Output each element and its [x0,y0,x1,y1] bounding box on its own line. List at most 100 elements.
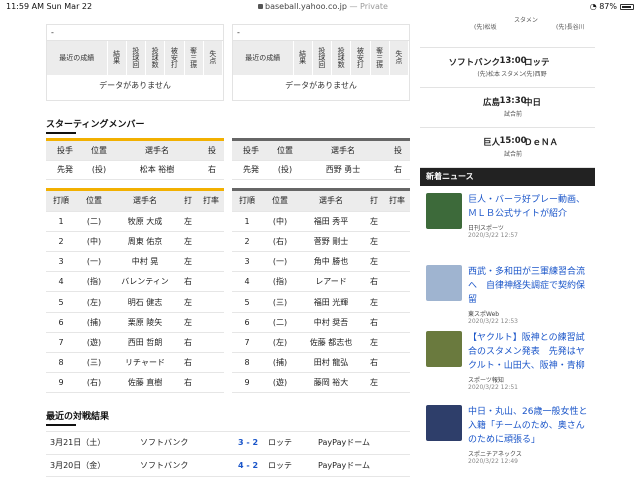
wifi-icon: ◔ [589,2,597,11]
player-name-link[interactable]: 佐藤 都志也 [298,332,364,354]
pitcher-name-link[interactable]: 西野 勇士 [300,160,386,180]
batting-row: 5 (左) 明石 健志左 [46,291,224,313]
batting-average [384,332,410,354]
player-name-link[interactable]: レアード [298,271,364,293]
news-thumbnail[interactable] [426,331,462,367]
schedule-game[interactable]: 広島 13:30 中日 試合前 [420,88,595,128]
batting-order-right: 打順 位置 選手名 打 打率 1 (中) 福田 秀平左 2 (右) 菅野 剛士左 3 (一) 角… [232,188,410,394]
matchup-away: ロッテ [264,432,314,455]
batting-row: 2 (右) 菅野 剛士左 [232,231,410,253]
header-player: 選手名 [298,191,364,212]
status-bar: 11:59 AM Sun Mar 22 baseball.yahoo.co.jp… [0,0,640,13]
pitcher-throws: 右 [200,160,224,180]
player-name-link[interactable]: 角中 勝也 [298,251,364,273]
batting-hand: 右 [178,352,198,374]
batting-position: (中) [262,211,298,232]
batting-hand: 左 [364,211,384,232]
news-source: 日刊スポーツ [468,225,504,232]
batting-order-num: 1 [46,211,76,232]
player-name-link[interactable]: 牧原 大成 [112,211,178,232]
batting-hand: 右 [364,271,384,293]
col-result: 結果 [298,50,307,64]
player-name-link[interactable]: 周東 佑京 [112,231,178,253]
top-pitcher-left: (先)松坂 [474,24,497,31]
batting-hand: 左 [178,312,198,333]
news-thumbnail[interactable] [426,193,462,229]
batting-order-num: 7 [46,332,76,354]
no-data-right: データがありません [285,81,357,90]
header-position: 位置 [84,141,114,161]
col-runs: 失点 [394,50,403,64]
player-name-link[interactable]: リチャード [112,352,178,374]
news-thumbnail[interactable] [426,405,462,441]
batting-average [198,332,224,354]
batting-hand: 右 [364,312,384,333]
batting-row: 6 (二) 中村 奨吾右 [232,312,410,333]
recent-label: 最近の成績 [47,41,108,75]
batting-average [384,352,410,374]
battery-icon [620,3,634,10]
batting-average [384,211,410,232]
player-name-link[interactable]: 栗原 陵矢 [112,312,178,333]
col-result: 結果 [112,50,121,64]
batting-row: 2 (中) 周東 佑京左 [46,231,224,253]
pitcher-name-link[interactable]: 松本 裕樹 [114,160,200,180]
batting-order-num: 2 [46,231,76,253]
news-title-link[interactable]: 中日・丸山、26歳一般女性と入籍「チームのため、奥さんのために頑張る」 [468,405,593,447]
schedule-home-pitcher: (先)松本 [477,71,500,78]
news-title-link[interactable]: 【ヤクルト】阪神との練習試合のスタメン発表 先発はヤクルト・山田大、阪神・青柳 [468,331,593,373]
news-item[interactable]: 巨人・バーラ好プレー動画、ＭＬＢ公式サイトが紹介 日刊スポーツ 2020/3/22 … [420,193,595,259]
player-name-link[interactable]: 中村 晃 [112,251,178,273]
batting-average [384,271,410,293]
player-name-link[interactable]: 菅野 剛士 [298,231,364,253]
news-source: スポーツ報知 [468,377,504,384]
batting-average [198,251,224,273]
player-name-link[interactable]: バレンティン [112,271,178,293]
batting-row: 8 (捕) 田村 龍弘右 [232,352,410,374]
player-name-link[interactable]: 藤岡 裕大 [298,372,364,394]
header-throws: 投 [386,141,410,161]
player-name-link[interactable]: 西田 哲朗 [112,332,178,354]
schedule-top-row: (先)松坂 スタメン (先)長谷川 [420,13,595,48]
recent-label: 最近の成績 [233,41,294,75]
news-thumbnail[interactable] [426,265,462,301]
player-name-link[interactable]: 田村 龍弘 [298,352,364,374]
news-item[interactable]: 中日・丸山、26歳一般女性と入籍「チームのため、奥さんのために頑張る」 スポニチア… [420,405,595,471]
address-bar[interactable]: baseball.yahoo.co.jp — Private [258,2,388,11]
header-bats: 打 [364,191,384,212]
matchup-score-link[interactable]: 3 - 2 [228,432,264,455]
batting-hand: 右 [178,271,198,293]
batting-row: 5 (三) 福田 光輝左 [232,291,410,313]
batting-order-num: 8 [232,352,262,374]
pitcher-table-left: 投手 位置 選手名 投 先発 (投) 松本 裕樹 右 [46,138,224,180]
matchup-score-link[interactable]: 4 - 2 [228,454,264,477]
matchup-date: 3月21日（土） [46,432,136,455]
news-date: 2020/3/22 12:53 [468,318,518,325]
recent-stats-right: - 最近の成績 結果 投球回 投球数 被安打 奪三振 失点 データがありません [232,24,410,101]
player-name-link[interactable]: 福田 秀平 [298,211,364,232]
batting-average [384,231,410,253]
batting-position: (三) [262,291,298,313]
status-right: ◔ 87% [590,2,634,11]
player-name-link[interactable]: 福田 光輝 [298,291,364,313]
news-item[interactable]: 【ヤクルト】阪神との練習試合のスタメン発表 先発はヤクルト・山田大、阪神・青柳ス… [420,331,595,397]
batting-hand: 右 [364,352,384,374]
batting-order-num: 5 [46,291,76,313]
news-item[interactable]: 西武・多和田が三軍練習合流へ 自律神経失調症で契約保留 東スポWeb 2020/3/… [420,265,595,331]
sidebar: (先)松坂 スタメン (先)長谷川 ソフトバンク 13:00 ロッテ スタメン (先)松… [420,13,595,480]
pitcher-role: 先発 [232,160,270,180]
player-name-link[interactable]: 佐藤 直樹 [112,372,178,394]
pitcher-role: 先発 [46,160,84,180]
no-data-left: データがありません [99,81,171,90]
batting-order-num: 6 [46,312,76,333]
schedule-game[interactable]: ソフトバンク 13:00 ロッテ スタメン (先)松本 (先)西野 [420,48,595,88]
player-name-link[interactable]: 明石 健志 [112,291,178,313]
pitcher-table-right: 投手 位置 選手名 投 先発 (投) 西野 勇士 右 [232,138,410,180]
news-title-link[interactable]: 巨人・バーラ好プレー動画、ＭＬＢ公式サイトが紹介 [468,193,593,221]
schedule-game[interactable]: 巨人 15:00 ＤｅＮＡ 試合前 [420,128,595,168]
top-pitcher-right: (先)長谷川 [556,24,585,31]
news-title-link[interactable]: 西武・多和田が三軍練習合流へ 自律神経失調症で契約保留 [468,265,593,307]
col-innings: 投球回 [131,46,140,68]
schedule-away-team: 中日 [524,98,542,108]
player-name-link[interactable]: 中村 奨吾 [298,312,364,333]
